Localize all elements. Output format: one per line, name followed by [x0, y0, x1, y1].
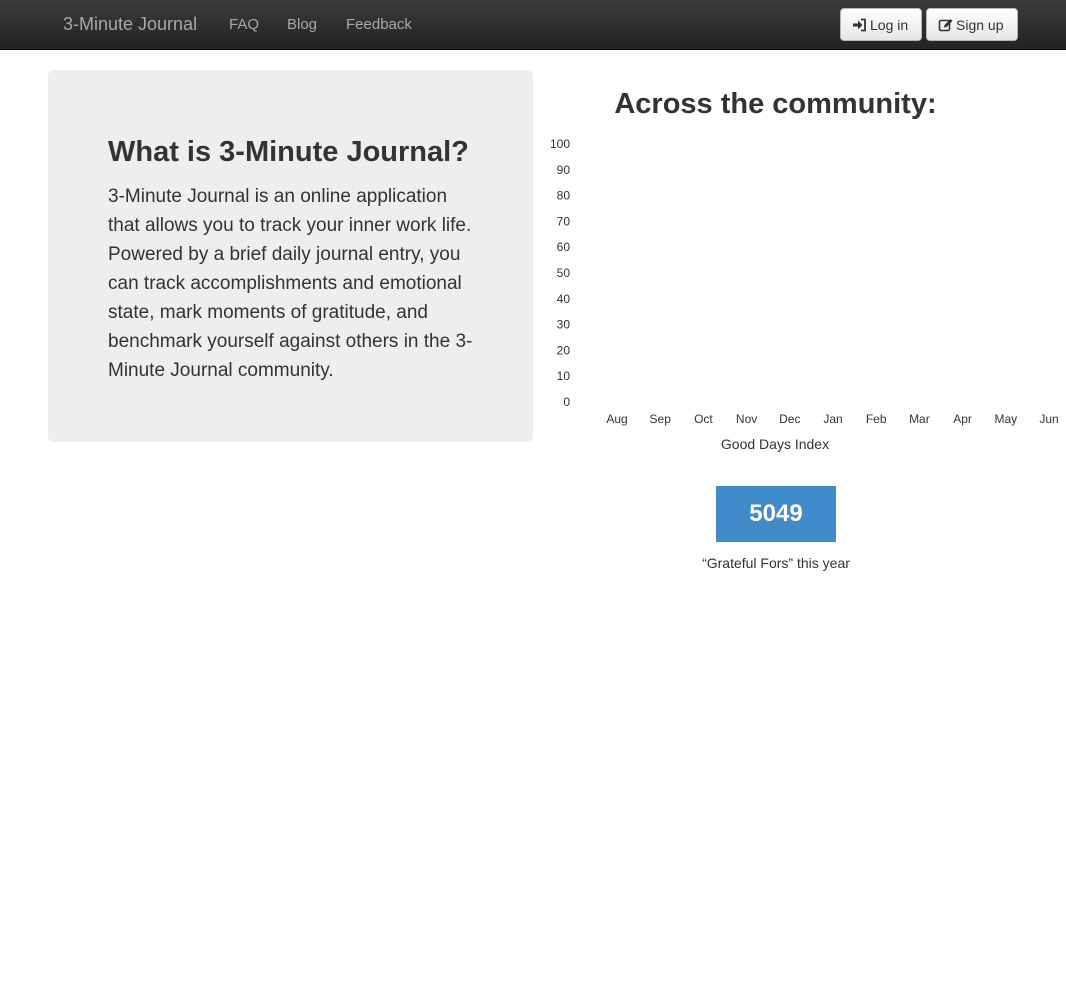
hero-description: 3-Minute Journal is an online applicatio… [108, 186, 473, 381]
login-button[interactable]: Log in [840, 8, 922, 41]
y-tick-label: 50 [557, 266, 571, 280]
top-navbar: 3-Minute Journal FAQ Blog Feedback Log i… [0, 0, 1066, 50]
login-label: Log in [870, 16, 909, 33]
y-tick-label: 0 [563, 395, 570, 409]
edit-icon [938, 18, 953, 32]
hero-title: What is 3-Minute Journal? [108, 136, 469, 168]
brand-link[interactable]: 3-Minute Journal [63, 14, 197, 35]
y-tick-label: 100 [550, 137, 570, 151]
community-title: Across the community: [614, 88, 937, 120]
grateful-fors-count: 5049 [716, 486, 836, 542]
signup-button[interactable]: Sign up [926, 8, 1018, 41]
y-tick-label: 30 [557, 318, 571, 332]
good-days-chart: 0 10 20 30 40 50 60 70 80 90 100 Aug Sep Oct Nov Dec Jan… [550, 137, 1059, 452]
x-tick-label: Nov [736, 412, 757, 426]
x-tick-label: Jun [1039, 412, 1058, 426]
nav-link-faq[interactable]: FAQ [229, 16, 259, 33]
nav-link-feedback[interactable]: Feedback [346, 16, 412, 33]
x-tick-label: May [994, 412, 1017, 426]
y-tick-label: 40 [557, 292, 571, 306]
x-tick-label: Dec [779, 412, 800, 426]
y-tick-label: 60 [557, 240, 571, 254]
x-tick-label: Mar [909, 412, 930, 426]
y-tick-label: 80 [557, 189, 571, 203]
x-tick-label: Oct [694, 412, 713, 426]
y-tick-label: 90 [557, 163, 571, 177]
hero-panel: What is 3-Minute Journal? 3-Minute Journ… [48, 70, 533, 442]
y-tick-label: 10 [557, 369, 571, 383]
x-tick-label: Aug [606, 412, 627, 426]
y-tick-label: 70 [557, 214, 571, 228]
x-tick-label: Apr [953, 412, 972, 426]
grateful-fors-caption: “Grateful Fors” this year [702, 555, 850, 571]
y-tick-label: 20 [557, 343, 571, 357]
signup-label: Sign up [956, 16, 1004, 33]
x-axis-label: Good Days Index [721, 436, 829, 452]
nav-link-blog[interactable]: Blog [287, 16, 317, 33]
x-tick-label: Sep [650, 412, 672, 426]
x-tick-label: Feb [866, 412, 887, 426]
sign-in-icon [852, 18, 867, 32]
x-tick-label: Jan [823, 412, 842, 426]
